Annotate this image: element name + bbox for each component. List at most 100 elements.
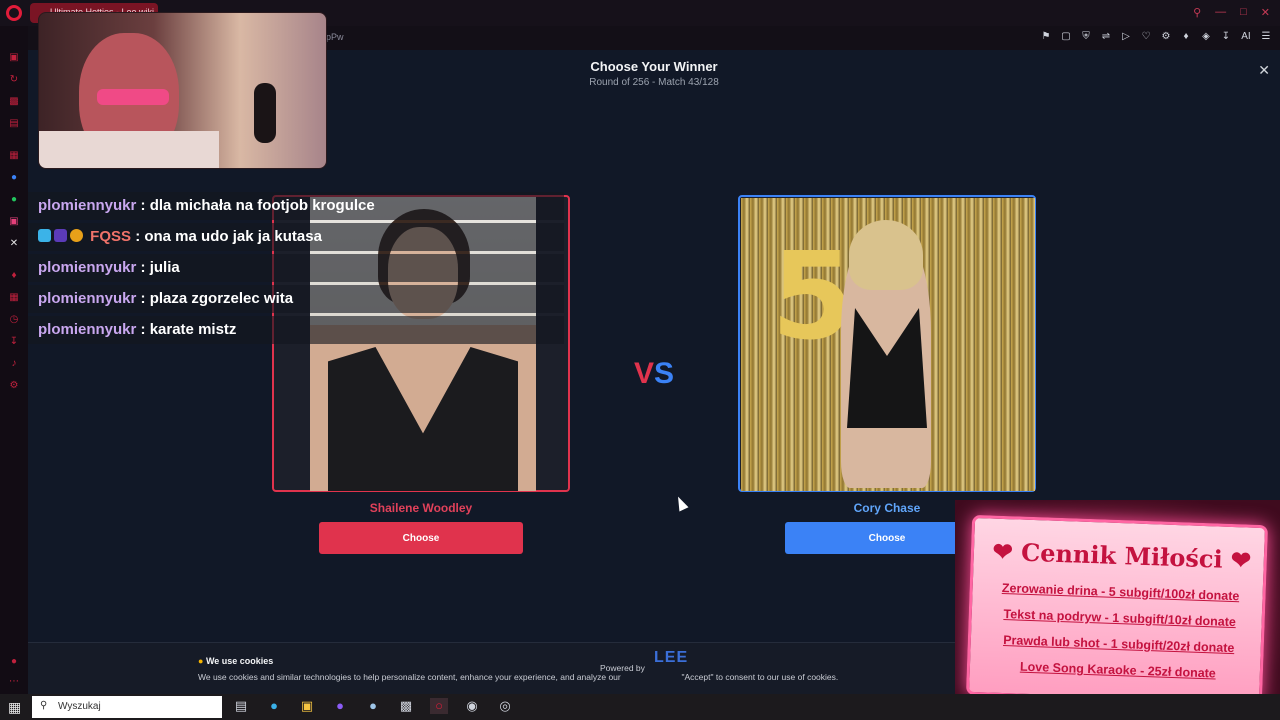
instagram-icon[interactable]: ▣ — [8, 216, 20, 228]
price-list-overlay: ❤ Cennik Miłości ❤ Zerowanie drina - 5 s… — [955, 500, 1280, 720]
chat-username: plomiennyukr — [38, 259, 137, 276]
contestant-photo-right: 5 — [741, 198, 1035, 491]
gift-badge-icon — [54, 229, 67, 242]
x-icon[interactable]: ✕ — [8, 238, 20, 250]
obs-icon[interactable]: ◎ — [496, 698, 514, 714]
download-sidebar-icon[interactable]: ↧ — [8, 336, 20, 348]
choose-left-button[interactable]: Choose — [319, 522, 523, 554]
windows-taskbar: ▦ Wyszukaj ⚲ ▤ ● ▣ ● ● ▩ ○ ◉ ◎ — [0, 694, 1280, 720]
cookie-text-end: "Accept" to consent to our use of cookie… — [681, 672, 839, 682]
chat-text: : plaza zgorzelec wita — [140, 290, 294, 307]
taskbar-apps: ▤ ● ▣ ● ● ▩ ○ ◉ ◎ — [232, 698, 514, 714]
search-icon[interactable]: ⚲ — [1193, 6, 1201, 19]
discord-icon[interactable]: ● — [331, 698, 349, 714]
gx-icon[interactable]: ● — [8, 656, 20, 668]
chat-text: : ona ma udo jak ja kutasa — [135, 228, 322, 245]
music-icon[interactable]: ♪ — [8, 358, 20, 370]
workspace-icon[interactable]: ▣ — [8, 52, 20, 64]
taskbar-search-icon: ⚲ — [40, 700, 48, 711]
cookie-icon: ● — [198, 656, 204, 666]
extension-icon[interactable]: ⚙ — [1160, 31, 1172, 42]
chat-message: plomiennyukr : karate mistz — [28, 316, 564, 344]
minimize-icon[interactable]: — — [1215, 6, 1226, 19]
app-icon[interactable]: ◉ — [463, 698, 481, 714]
bag-icon[interactable]: ◈ — [1200, 31, 1212, 42]
versus-v: V — [634, 357, 655, 390]
game-icon[interactable]: ♦ — [8, 270, 20, 282]
chat-text: : julia — [140, 259, 180, 276]
heart-icon: ❤ — [992, 536, 1014, 567]
cookie-title: ● We use cookies — [198, 656, 273, 666]
price-line: Tekst na podryw - 1 subgift/10zł donate — [1003, 607, 1237, 630]
shield-icon[interactable]: ⛨ — [1080, 31, 1092, 42]
wallet-icon[interactable]: ▩ — [8, 96, 20, 108]
photo-hair — [849, 220, 923, 290]
puzzle-icon[interactable]: ♦ — [1180, 31, 1192, 42]
versus-s: S — [654, 357, 675, 390]
contestant-card-right[interactable]: 5 — [738, 195, 1036, 492]
price-line: Zerowanie drina - 5 subgift/100zł donate — [1001, 580, 1240, 604]
browser-sidebar: ▣ ↻ ▩ ▤ ▦ ● ● ▣ ✕ ♦ ▦ ◷ ↧ ♪ ⚙ ● ⋯ — [0, 26, 28, 694]
ai-button[interactable]: AI — [1240, 31, 1252, 42]
maximize-icon[interactable]: □ — [1240, 6, 1247, 19]
contestant-name-left: Shailene Woodley — [369, 501, 473, 515]
opera-gx-icon[interactable]: ○ — [430, 698, 448, 714]
twitch-icon[interactable]: ▦ — [8, 150, 20, 162]
stream-chat-overlay: plomiennyukr : dla michała na footjob kr… — [28, 192, 564, 348]
cookie-title-text: We use cookies — [205, 656, 274, 666]
one-badge-icon — [70, 229, 83, 242]
menu-icon[interactable]: ☰ — [1260, 31, 1272, 42]
webcam-shirt — [39, 131, 219, 168]
settings-icon[interactable]: ⚙ — [8, 380, 20, 392]
price-list-card: ❤ Cennik Miłości ❤ Zerowanie drina - 5 s… — [965, 514, 1270, 706]
chat-username: FQSS — [90, 228, 132, 245]
window-controls: ⚲ — □ ✕ — [1193, 6, 1270, 19]
edge-icon[interactable]: ● — [265, 698, 283, 714]
url-text[interactable]: pPw — [326, 32, 344, 42]
bookmark-icon[interactable]: ⚑ — [1040, 31, 1052, 42]
download-icon[interactable]: ↧ — [1220, 31, 1232, 42]
epic-games-icon[interactable]: ▩ — [397, 698, 415, 714]
powered-by: Powered by — [600, 663, 645, 673]
chat-text: : dla michała na footjob krogulce — [140, 197, 375, 214]
heart-icon[interactable]: ♡ — [1140, 31, 1152, 42]
chat-username: plomiennyukr — [38, 290, 137, 307]
clock-icon[interactable]: ◷ — [8, 314, 20, 326]
play-icon[interactable]: ▷ — [1120, 31, 1132, 42]
price-list-title: ❤ Cennik Miłości ❤ — [973, 536, 1270, 575]
heart-icon: ❤ — [1230, 544, 1252, 575]
opera-logo-icon[interactable] — [6, 5, 22, 21]
taskbar-search-input[interactable]: Wyszukaj — [32, 696, 222, 718]
task-view-icon[interactable]: ▤ — [232, 698, 250, 714]
chat-username: plomiennyukr — [38, 197, 137, 214]
lee-logo[interactable]: LEE — [654, 649, 688, 667]
microphone-icon — [254, 83, 276, 143]
more-icon[interactable]: ⋯ — [8, 676, 20, 688]
file-explorer-icon[interactable]: ▣ — [298, 698, 316, 714]
price-line: Love Song Karaoke - 25zł donate — [1019, 659, 1217, 681]
steam-icon[interactable]: ● — [364, 698, 382, 714]
price-list-title-text: Cennik Miłości — [1020, 537, 1224, 574]
chat-text: : karate mistz — [140, 321, 237, 338]
chat-username: plomiennyukr — [38, 321, 137, 338]
whatsapp-icon[interactable]: ● — [8, 194, 20, 206]
close-modal-icon[interactable]: ✕ — [1258, 62, 1270, 79]
snapshot-icon[interactable]: ▢ — [1060, 31, 1072, 42]
webcam-glasses — [97, 89, 169, 105]
chat-message: plomiennyukr : plaza zgorzelec wita — [28, 285, 564, 313]
history-icon[interactable]: ↻ — [8, 74, 20, 86]
webcam-overlay — [38, 12, 327, 169]
apps-icon[interactable]: ▦ — [8, 292, 20, 304]
chat-message: plomiennyukr : dla michała na footjob kr… — [28, 192, 564, 220]
windows-start-icon[interactable]: ▦ — [8, 699, 21, 716]
chat-message: FQSS : ona ma udo jak ja kutasa — [28, 223, 564, 251]
translate-icon[interactable]: ⇌ — [1100, 31, 1112, 42]
chat-icon[interactable]: ▤ — [8, 118, 20, 130]
browser-toolbar: ⚑ ▢ ⛨ ⇌ ▷ ♡ ⚙ ♦ ◈ ↧ AI ☰ — [1040, 31, 1272, 42]
messenger-icon[interactable]: ● — [8, 172, 20, 184]
price-line: Prawda lub shot - 1 subgift/20zł donate — [1002, 633, 1235, 656]
sub-badge-icon — [38, 229, 51, 242]
cookie-text-start: We use cookies and similar technologies … — [198, 672, 621, 682]
versus-label: VS — [634, 357, 674, 391]
close-icon[interactable]: ✕ — [1261, 6, 1270, 19]
